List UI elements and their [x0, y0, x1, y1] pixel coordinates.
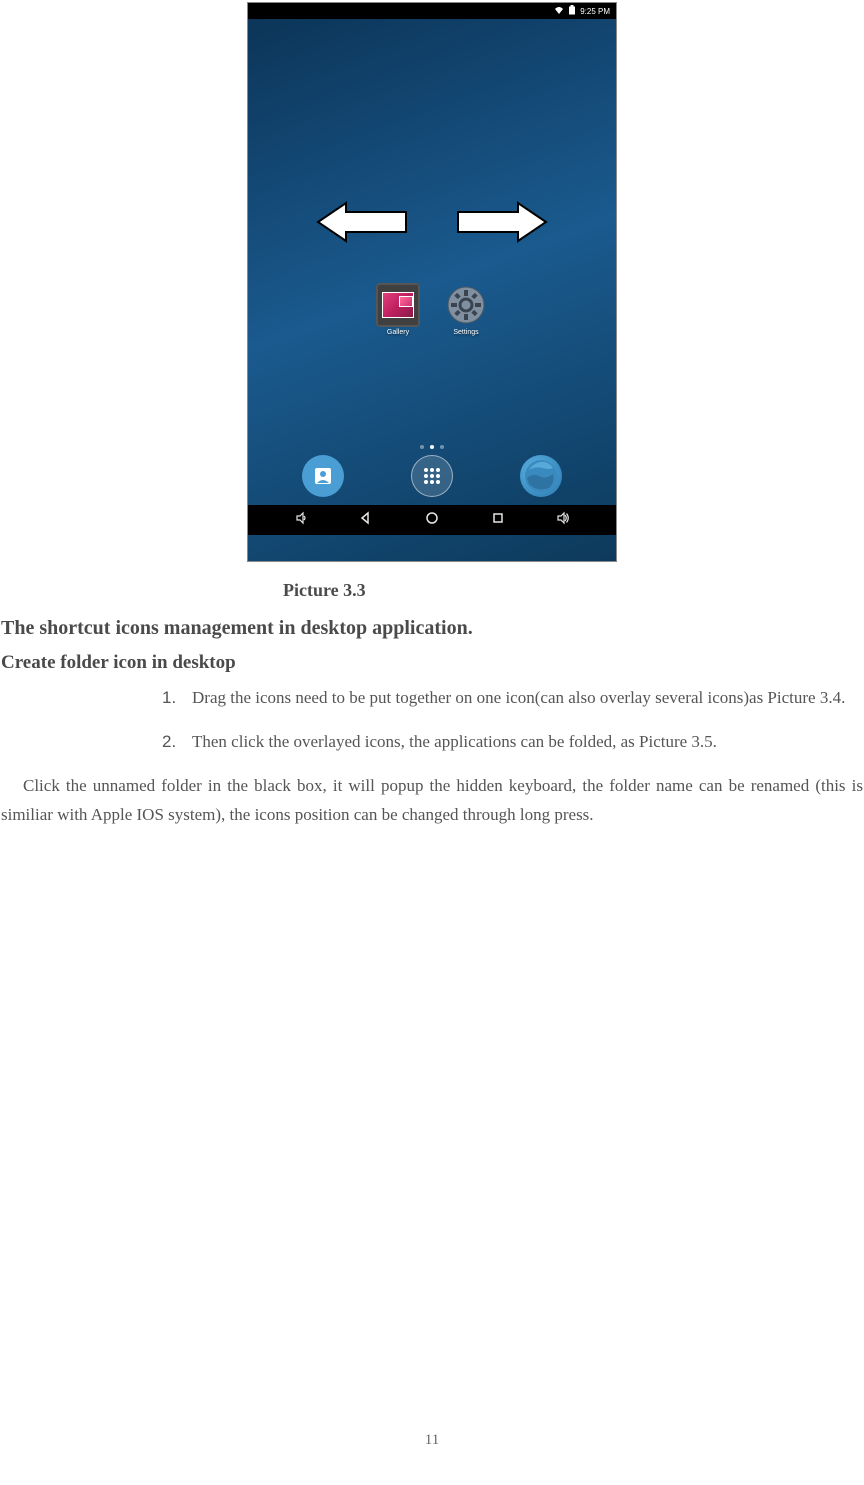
tablet-screen: 9:25 PM: [247, 2, 617, 562]
dock: [248, 455, 616, 497]
heading-create-folder: Create folder icon in desktop: [0, 652, 864, 674]
app-gallery[interactable]: Gallery: [373, 283, 423, 336]
list-number: 1.: [162, 684, 192, 712]
settings-label: Settings: [441, 329, 491, 336]
swipe-arrows-overlay: [248, 199, 616, 245]
status-bar: 9:25 PM: [248, 3, 616, 19]
list-item: 2. Then click the overlayed icons, the a…: [162, 728, 864, 756]
wifi-icon: [554, 6, 564, 16]
nav-back-icon[interactable]: [359, 511, 373, 530]
nav-recent-icon[interactable]: [491, 511, 505, 530]
body-paragraph: Click the unnamed folder in the black bo…: [0, 772, 864, 830]
gallery-label: Gallery: [373, 329, 423, 336]
dock-app-drawer-icon[interactable]: [411, 455, 453, 497]
home-apps-row: Gallery: [248, 283, 616, 336]
steps-list: 1. Drag the icons need to be put togethe…: [0, 684, 864, 756]
list-text: Then click the overlayed icons, the appl…: [192, 728, 864, 756]
dock-contacts-icon[interactable]: [302, 455, 344, 497]
arrow-left-icon: [316, 199, 408, 245]
figure-caption: Picture 3.3: [0, 580, 864, 601]
nav-volume-down-icon[interactable]: [294, 511, 308, 530]
nav-home-icon[interactable]: [425, 511, 439, 530]
dock-browser-icon[interactable]: [520, 455, 562, 497]
page-indicator: [248, 445, 616, 449]
embedded-screenshot: 9:25 PM: [247, 0, 617, 562]
gallery-icon: [376, 283, 420, 327]
heading-shortcut-management: The shortcut icons management in desktop…: [0, 617, 864, 640]
list-item: 1. Drag the icons need to be put togethe…: [162, 684, 864, 712]
app-settings[interactable]: Settings: [441, 283, 491, 336]
home-screen: Gallery: [248, 19, 616, 505]
list-text: Drag the icons need to be put together o…: [192, 684, 864, 712]
list-number: 2.: [162, 728, 192, 756]
settings-icon: [444, 283, 488, 327]
nav-bar: [248, 505, 616, 535]
nav-volume-up-icon[interactable]: [556, 511, 570, 530]
battery-icon: [568, 5, 576, 17]
page-number: 11: [0, 1432, 864, 1449]
status-time: 9:25 PM: [580, 7, 610, 16]
arrow-right-icon: [456, 199, 548, 245]
